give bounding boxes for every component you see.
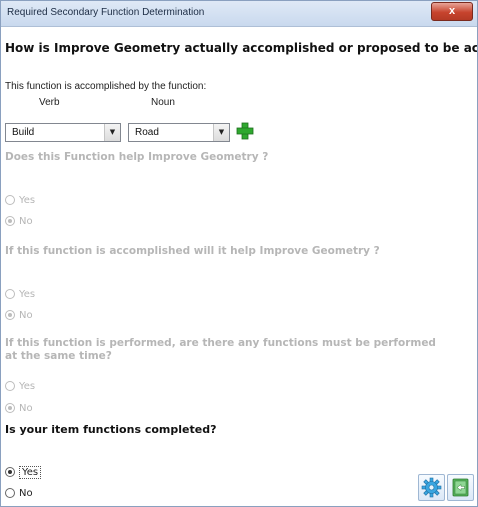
q2-yes-radio[interactable]: Yes [5,289,35,300]
verb-dropdown[interactable]: Build ▼ [5,123,121,142]
question-same-time: If this function is performed, are there… [5,337,436,362]
function-intro-label: This function is accomplished by the fun… [5,81,207,92]
question-accomplished: If this function is accomplished will it… [5,245,380,257]
noun-column-label: Noun [151,97,175,108]
completion-question: Is your item functions completed? [5,423,217,436]
q3-yes-radio[interactable]: Yes [5,381,35,392]
radio-label: Yes [19,289,36,300]
completed-no-radio[interactable]: No [5,488,33,499]
window-title: Required Secondary Function Determinatio… [7,7,205,18]
main-question: How is Improve Geometry actually accompl… [5,41,477,55]
q3-no-radio[interactable]: No [5,403,33,414]
noun-dropdown[interactable]: Road ▼ [128,123,230,142]
radio-label: Yes [19,381,36,392]
add-function-button[interactable] [235,121,255,141]
dialog-window: Required Secondary Function Determinatio… [0,0,478,507]
gear-icon [421,477,442,498]
settings-button[interactable] [418,474,445,501]
title-bar: Required Secondary Function Determinatio… [1,1,477,27]
radio-label: Yes [19,195,36,206]
chevron-down-icon[interactable]: ▼ [213,124,229,141]
radio-label: No [19,310,33,321]
plus-icon [236,122,254,140]
q1-no-radio[interactable]: No [5,216,33,227]
verb-column-label: Verb [39,97,60,108]
verb-dropdown-value: Build [12,127,35,138]
close-icon: x [448,5,456,17]
radio-circle [5,195,15,205]
radio-circle [5,403,15,413]
noun-dropdown-value: Road [135,127,159,138]
question-help-function: Does this Function help Improve Geometry… [5,151,269,163]
radio-circle [5,310,15,320]
radio-circle [5,381,15,391]
chevron-down-icon[interactable]: ▼ [104,124,120,141]
radio-label: No [19,216,33,227]
radio-circle [5,289,15,299]
completed-yes-radio[interactable]: Yes [5,466,42,479]
dialog-body: How is Improve Geometry actually accompl… [1,27,477,506]
exit-icon [452,478,469,497]
close-button[interactable]: x [431,2,473,21]
radio-circle [5,467,15,477]
radio-circle [5,216,15,226]
exit-button[interactable] [447,474,474,501]
radio-label: No [19,403,33,414]
q2-no-radio[interactable]: No [5,310,33,321]
q1-yes-radio[interactable]: Yes [5,195,35,206]
radio-label: No [19,488,33,499]
radio-circle [5,488,15,498]
radio-label: Yes [19,466,42,479]
